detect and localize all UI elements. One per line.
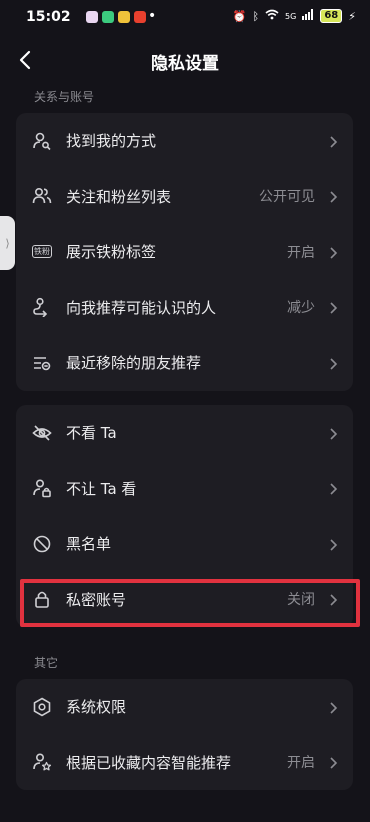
chevron-right-icon bbox=[327, 700, 339, 714]
chevron-right-icon bbox=[327, 537, 339, 551]
row-value: 公开可见 bbox=[259, 189, 315, 206]
row-label: 根据已收藏内容智能推荐 bbox=[66, 753, 232, 772]
app-notification-icon bbox=[134, 11, 146, 23]
section-label-other: 其它 bbox=[34, 656, 59, 670]
status-bar: 15:02 • ⏰ ᛒ 5G 68 ⚡ bbox=[0, 0, 370, 34]
row-blacklist[interactable]: 黑名单 bbox=[16, 516, 353, 572]
wifi-icon bbox=[265, 9, 279, 23]
person-route-icon bbox=[32, 297, 52, 318]
user-lock-icon bbox=[32, 478, 52, 498]
row-value: 减少 bbox=[287, 300, 315, 317]
chevron-right-icon bbox=[327, 245, 339, 259]
chevron-right-icon bbox=[327, 426, 339, 440]
more-notifications-dot: • bbox=[148, 8, 157, 24]
row-follow-list[interactable]: 关注和粉丝列表 公开可见 bbox=[16, 169, 353, 225]
block-icon bbox=[32, 534, 52, 554]
chevron-right-icon bbox=[327, 300, 339, 314]
chevron-right-icon bbox=[327, 755, 339, 769]
row-system-permissions[interactable]: 系统权限 bbox=[16, 679, 353, 735]
row-label: 不让 Ta 看 bbox=[66, 479, 137, 498]
app-notification-icon bbox=[118, 11, 130, 23]
hexagon-settings-icon bbox=[32, 697, 52, 717]
app-notification-icon bbox=[102, 11, 114, 23]
row-label: 不看 Ta bbox=[66, 424, 117, 443]
row-label: 黑名单 bbox=[66, 535, 112, 554]
row-label: 系统权限 bbox=[66, 698, 127, 717]
status-right: ⏰ ᛒ 5G 68 ⚡ bbox=[233, 9, 356, 23]
row-label: 关注和粉丝列表 bbox=[66, 187, 172, 206]
highlight-box bbox=[20, 579, 360, 627]
user-search-icon bbox=[32, 131, 52, 151]
app-notification-icon bbox=[86, 11, 98, 23]
signal-icon bbox=[302, 9, 314, 23]
page-header: 隐私设置 bbox=[0, 40, 370, 80]
row-fan-badge[interactable]: 铁粉 展示铁粉标签 开启 bbox=[16, 224, 353, 280]
row-removed-friends[interactable]: 最近移除的朋友推荐 bbox=[16, 335, 353, 391]
section-label-relations: 关系与账号 bbox=[34, 90, 95, 104]
row-recommend-people[interactable]: 向我推荐可能认识的人 减少 bbox=[16, 280, 353, 336]
row-hide-them[interactable]: 不看 Ta bbox=[16, 405, 353, 461]
other-card: 系统权限 根据已收藏内容智能推荐 开启 bbox=[16, 679, 353, 790]
chevron-right-icon bbox=[327, 189, 339, 203]
relations-card: 找到我的方式 关注和粉丝列表 公开可见 铁粉 展示铁粉标签 开启 向我推荐可能认… bbox=[16, 113, 353, 391]
side-drawer-handle[interactable]: ⟩ bbox=[0, 216, 15, 270]
battery-icon: 68 bbox=[320, 9, 343, 23]
alarm-icon: ⏰ bbox=[232, 9, 247, 23]
row-label: 找到我的方式 bbox=[66, 132, 157, 151]
row-label: 向我推荐可能认识的人 bbox=[66, 298, 217, 317]
chevron-right-icon bbox=[327, 481, 339, 495]
row-label: 展示铁粉标签 bbox=[66, 243, 157, 262]
users-icon bbox=[32, 186, 52, 206]
chevron-right-icon bbox=[327, 356, 339, 370]
list-remove-icon bbox=[32, 353, 52, 373]
bluetooth-icon: ᛒ bbox=[252, 9, 260, 23]
tie-fan-badge-icon: 铁粉 bbox=[32, 242, 52, 262]
row-find-me[interactable]: 找到我的方式 bbox=[16, 113, 353, 169]
row-hide-from-them[interactable]: 不让 Ta 看 bbox=[16, 461, 353, 517]
eye-off-icon bbox=[32, 423, 52, 443]
network-label: 5G bbox=[285, 11, 297, 21]
status-time: 15:02 bbox=[26, 9, 71, 25]
user-star-icon bbox=[32, 752, 52, 772]
notification-icons bbox=[86, 11, 146, 23]
row-label: 最近移除的朋友推荐 bbox=[66, 354, 202, 373]
charging-icon: ⚡ bbox=[348, 9, 356, 23]
row-value: 开启 bbox=[287, 244, 315, 261]
badge-text: 铁粉 bbox=[32, 245, 52, 259]
row-smart-recommend[interactable]: 根据已收藏内容智能推荐 开启 bbox=[16, 735, 353, 791]
row-value: 开启 bbox=[287, 755, 315, 772]
page-title: 隐私设置 bbox=[151, 54, 219, 74]
chevron-right-icon bbox=[327, 134, 339, 148]
